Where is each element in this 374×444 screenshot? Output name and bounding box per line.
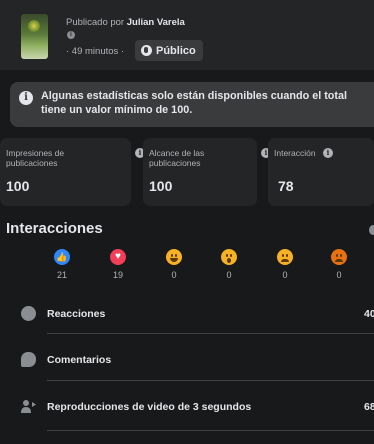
stat-card-impressions[interactable]: Impresiones de publicaciones 100	[0, 138, 131, 206]
reaction-count: 21	[56, 270, 67, 280]
audience-label: Público	[156, 44, 196, 57]
reactions-row[interactable]: Reacciones 40	[0, 296, 374, 334]
info-icon[interactable]: i	[323, 148, 333, 158]
reaction-count: 0	[171, 270, 177, 280]
reaction-like: 21	[42, 249, 82, 280]
divider	[47, 333, 374, 334]
love-reaction-icon	[110, 249, 126, 265]
stat-card-reach[interactable]: Alcance de las publicaciones 100	[143, 138, 257, 206]
row-value: 68	[364, 401, 374, 413]
stat-label: Impresiones de publicaciones	[6, 148, 65, 168]
stat-label: Alcance de las publicaciones	[149, 148, 205, 168]
reaction-count: 0	[282, 270, 288, 280]
info-small-icon[interactable]: i	[67, 31, 75, 39]
wow-reaction-icon	[221, 249, 237, 265]
published-prefix: Publicado por	[66, 17, 127, 28]
like-reaction-icon	[54, 249, 70, 265]
reaction-wow: 0	[209, 249, 249, 280]
stat-value: 78	[278, 178, 294, 194]
info-icon: i	[19, 91, 33, 105]
post-thumbnail[interactable]	[21, 14, 48, 59]
author-name[interactable]: Julian Varela	[127, 17, 185, 28]
row-label: Comentarios	[47, 354, 112, 366]
people-play-icon	[21, 399, 36, 414]
globe-icon	[141, 45, 152, 56]
row-label: Reproducciones de video de 3 segundos	[47, 401, 252, 413]
stat-card-interaction[interactable]: Interacción 78	[268, 138, 374, 206]
reaction-count: 0	[226, 270, 232, 280]
notice-text: Algunas estadísticas solo están disponib…	[41, 90, 347, 116]
row-label: Reacciones	[47, 308, 106, 320]
section-title: Interacciones	[6, 220, 103, 237]
reaction-love: 19	[98, 249, 138, 280]
comments-row[interactable]: Comentarios	[0, 342, 374, 380]
divider	[47, 380, 374, 381]
reaction-haha: 0	[154, 249, 194, 280]
comment-bubble-icon	[21, 352, 36, 367]
video-views-row[interactable]: Reproducciones de video de 3 segundos 68	[0, 389, 374, 427]
sad-reaction-icon	[277, 249, 293, 265]
row-value: 40	[364, 308, 374, 320]
audience-button[interactable]: Público	[135, 40, 203, 61]
reaction-sad: 0	[265, 249, 305, 280]
reaction-angry: 0	[319, 249, 359, 280]
stat-value: 100	[149, 178, 173, 194]
reaction-count: 19	[112, 270, 123, 280]
haha-reaction-icon	[166, 249, 182, 265]
angry-reaction-icon	[331, 249, 347, 265]
post-time: · 49 minutos ·	[66, 46, 125, 57]
smiley-icon	[21, 306, 36, 321]
reaction-count: 0	[336, 270, 342, 280]
stat-value: 100	[6, 178, 30, 194]
published-by-line: Publicado por Julian Varela	[66, 17, 185, 28]
divider	[47, 430, 374, 431]
stat-label: Interacción	[274, 148, 316, 158]
info-icon[interactable]	[369, 225, 374, 235]
